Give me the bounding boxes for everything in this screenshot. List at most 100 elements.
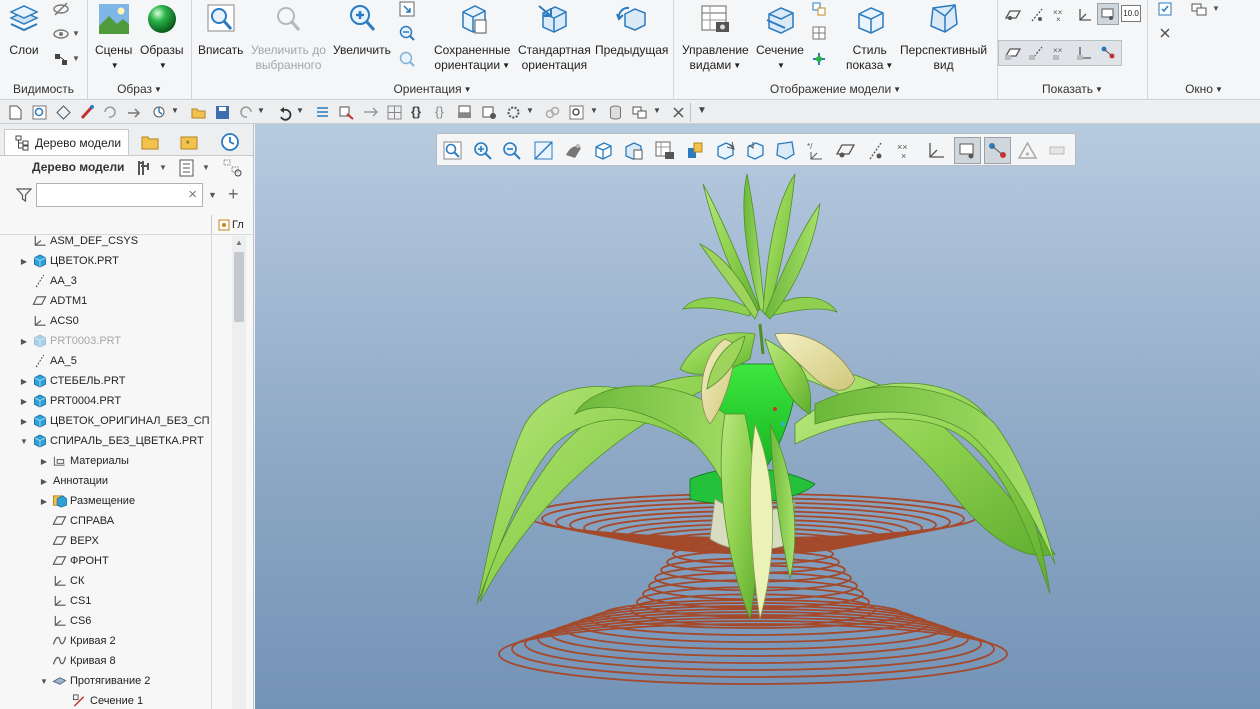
undo-icon[interactable] (276, 104, 293, 121)
tree-row[interactable]: ADTM1 (0, 291, 210, 311)
close-window-icon[interactable] (1156, 24, 1174, 42)
tree-row[interactable]: CS6 (0, 611, 210, 631)
settings-icon[interactable] (505, 104, 522, 121)
csys-display-icon[interactable] (925, 140, 946, 161)
tree-row[interactable]: AA_5 (0, 351, 210, 371)
customize-qat-icon[interactable]: ▼ (697, 105, 707, 116)
axis-display-icon[interactable] (865, 140, 886, 161)
status-caret-icon[interactable]: ▼ (72, 54, 80, 63)
new-icon[interactable] (7, 104, 24, 121)
regenerate-caret-icon[interactable]: ▼ (171, 106, 179, 115)
section-button[interactable]: Сечение ▼ (756, 2, 804, 73)
expand-arrow-icon[interactable]: ▶ (39, 497, 49, 506)
expand-arrow-icon[interactable]: ▶ (19, 257, 29, 266)
plane-tag-icon[interactable] (1004, 44, 1022, 62)
tree-row[interactable]: Кривая 8 (0, 651, 210, 671)
tree-row[interactable]: Сечение 1 (0, 691, 210, 709)
collapse-arrow-icon[interactable]: ▼ (39, 677, 49, 686)
zoom-window-icon[interactable] (568, 104, 585, 121)
display-small-2-icon[interactable] (810, 24, 828, 42)
window-arrange-caret-icon[interactable]: ▼ (653, 106, 661, 115)
csys-tag-icon[interactable] (1076, 44, 1094, 62)
graphics-window[interactable]: */ ×× × (255, 124, 1260, 709)
tree-row[interactable]: ▶ Аннотации (0, 471, 210, 491)
tree-row[interactable]: ▶ Материалы (0, 451, 210, 471)
undo-caret-icon[interactable]: ▼ (296, 106, 304, 115)
show-caret-icon[interactable]: ▼ (72, 29, 80, 38)
find-icon[interactable] (338, 104, 355, 121)
pan-zoom-icon[interactable] (398, 0, 416, 18)
status-icon[interactable] (52, 50, 70, 68)
axis-display-icon[interactable] (1028, 6, 1046, 24)
braces-icon[interactable]: {} (411, 104, 421, 119)
windows-icon[interactable] (1190, 0, 1208, 18)
flower-basket-model[interactable] (255, 124, 1260, 709)
point-display-icon[interactable]: ××× (1052, 6, 1070, 24)
plane-display-icon[interactable] (1004, 6, 1022, 24)
spin-view-icon[interactable] (745, 140, 766, 161)
redo-icon[interactable] (238, 104, 255, 121)
zoom-in-icon[interactable] (472, 140, 493, 161)
appearances-button[interactable]: Образы ▼ (140, 2, 184, 73)
tree-row[interactable]: ASM_DEF_CSYS (0, 231, 210, 251)
tree-row[interactable]: ▶ Размещение (0, 491, 210, 511)
expand-arrow-icon[interactable]: ▶ (19, 397, 29, 406)
tree-row[interactable]: ВЕРХ (0, 531, 210, 551)
tree-row[interactable]: ▼ СПИРАЛЬ_БЕЗ_ЦВЕТКА.PRT (0, 431, 210, 451)
saved-orientations-button[interactable]: Сохраненные ориентации ▼ (434, 2, 510, 73)
layers-button[interactable]: Слои (7, 2, 41, 58)
windows-caret-icon[interactable]: ▼ (1212, 4, 1220, 13)
display-style-button[interactable]: Стиль показа ▼ (846, 2, 893, 73)
annotation-display-toggle[interactable] (954, 137, 981, 164)
open-folder-icon[interactable] (190, 104, 207, 121)
csys-display-icon[interactable] (1076, 6, 1094, 24)
right-leaves[interactable] (794, 382, 1056, 595)
tree-row[interactable]: CS1 (0, 591, 210, 611)
previous-orientation-button[interactable]: Предыдущая (595, 2, 668, 58)
tree-column-header[interactable]: Гл (211, 215, 253, 235)
tree-filter-show-icon[interactable] (222, 158, 244, 178)
grid-icon[interactable] (386, 104, 403, 121)
saved-views-icon[interactable] (623, 140, 644, 161)
display-style-icon[interactable] (593, 140, 614, 161)
display-small-3-icon[interactable] (810, 50, 828, 68)
tree-row[interactable]: ▶ PRT0003.PRT (0, 331, 210, 351)
display-small-1-icon[interactable] (810, 0, 828, 18)
shading-icon[interactable] (563, 140, 584, 161)
show-icon[interactable] (52, 25, 70, 43)
regenerate-icon[interactable] (151, 104, 168, 121)
scenes-button[interactable]: Сцены ▼ (95, 2, 132, 73)
perspective-view-button[interactable]: Перспективный вид (900, 2, 987, 73)
pan-view-icon[interactable] (715, 140, 736, 161)
standard-orientation-button[interactable]: Стандартная ориентация (518, 2, 591, 73)
screenshot-icon[interactable] (481, 104, 498, 121)
dimension-display-toggle[interactable]: 10.0 (1121, 5, 1141, 22)
tree-row[interactable]: ACS0 (0, 311, 210, 331)
expand-arrow-icon[interactable]: ▶ (19, 377, 29, 386)
tree-row[interactable]: СПРАВА (0, 511, 210, 531)
zoom-window-caret-icon[interactable]: ▼ (590, 106, 598, 115)
tree-row[interactable]: ▶ ЦВЕТОК.PRT (0, 251, 210, 271)
zoom-out-icon[interactable] (398, 24, 416, 42)
tree-row[interactable]: СК (0, 571, 210, 591)
top-lily[interactable] (682, 173, 838, 320)
scroll-up-icon[interactable]: ▲ (235, 238, 243, 247)
database-icon[interactable] (607, 104, 624, 121)
point-tag-icon[interactable]: ×× (1052, 44, 1070, 62)
save-icon[interactable] (214, 104, 231, 121)
view-manager-icon[interactable] (654, 140, 675, 161)
expand-arrow-icon[interactable]: ▶ (39, 477, 49, 486)
eraser-icon[interactable] (1047, 140, 1068, 161)
window-arrange-icon[interactable] (631, 104, 648, 121)
appearance-brush-icon[interactable] (79, 104, 96, 121)
tree-scrollbar-thumb[interactable] (234, 252, 244, 322)
repaint-icon[interactable] (533, 140, 554, 161)
expand-arrow-icon[interactable]: ▶ (39, 457, 49, 466)
spin-center-icon[interactable] (1099, 44, 1117, 62)
tree-row[interactable]: Кривая 2 (0, 631, 210, 651)
section-view-icon[interactable] (685, 140, 706, 161)
plane-toggle-icon[interactable] (835, 140, 856, 161)
zoom-box-icon[interactable] (31, 104, 48, 121)
refit-button[interactable]: Вписать (198, 2, 243, 58)
refit-icon[interactable] (442, 140, 463, 161)
